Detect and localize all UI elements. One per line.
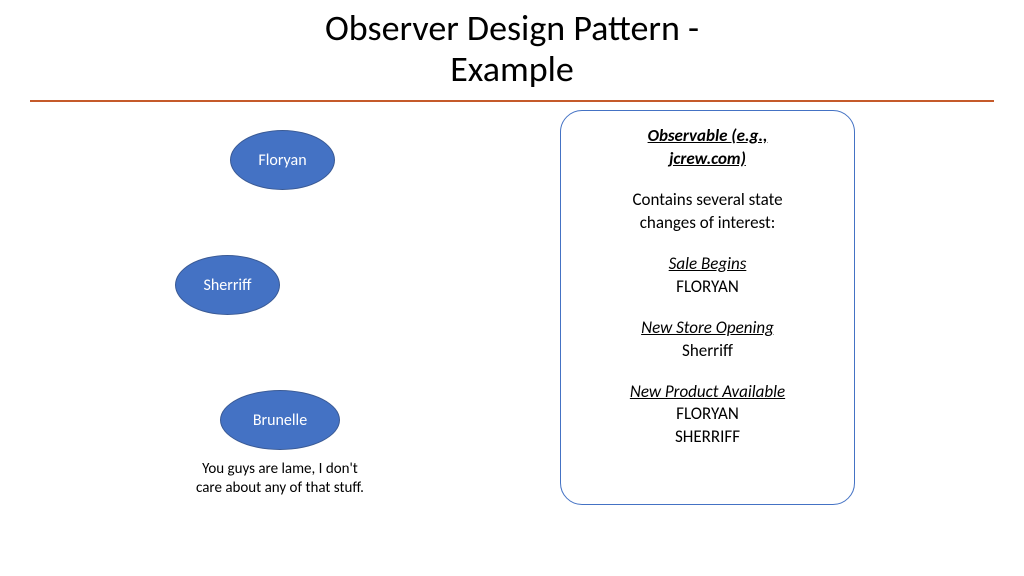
title-line-1: Observer Design Pattern - (0, 8, 1024, 49)
observer-brunelle: Brunelle (220, 390, 340, 450)
section-sale-begins-heading: Sale Begins (579, 253, 836, 276)
observer-label: Brunelle (253, 411, 307, 430)
caption-line-2: care about any of that stuff. (160, 479, 400, 498)
section-sale-begins-value: FLORYAN (579, 276, 836, 299)
observable-panel: Observable (e.g., jcrew.com) Contains se… (560, 110, 855, 505)
caption-line-1: You guys are lame, I don't (160, 460, 400, 479)
panel-heading-l2: jcrew.com) (579, 148, 836, 171)
panel-intro-l1: Contains several state (579, 189, 836, 212)
section-new-store-value: Sherriff (579, 340, 836, 363)
title-divider (30, 100, 994, 102)
section-new-product-value-1: FLORYAN (579, 403, 836, 426)
observer-label: Floryan (258, 151, 306, 170)
section-new-product-value-2: SHERRIFF (579, 426, 836, 449)
observer-floryan: Floryan (230, 130, 335, 190)
section-new-store-heading: New Store Opening (579, 317, 836, 340)
panel-intro-l2: changes of interest: (579, 212, 836, 235)
observer-sherriff: Sherriff (175, 255, 280, 315)
section-new-product-heading: New Product Available (579, 381, 836, 404)
brunelle-caption: You guys are lame, I don't care about an… (160, 460, 400, 498)
slide-title: Observer Design Pattern - Example (0, 0, 1024, 91)
panel-heading-l1: Observable (e.g., (579, 125, 836, 148)
observer-label: Sherriff (204, 276, 252, 295)
title-line-2: Example (0, 49, 1024, 90)
